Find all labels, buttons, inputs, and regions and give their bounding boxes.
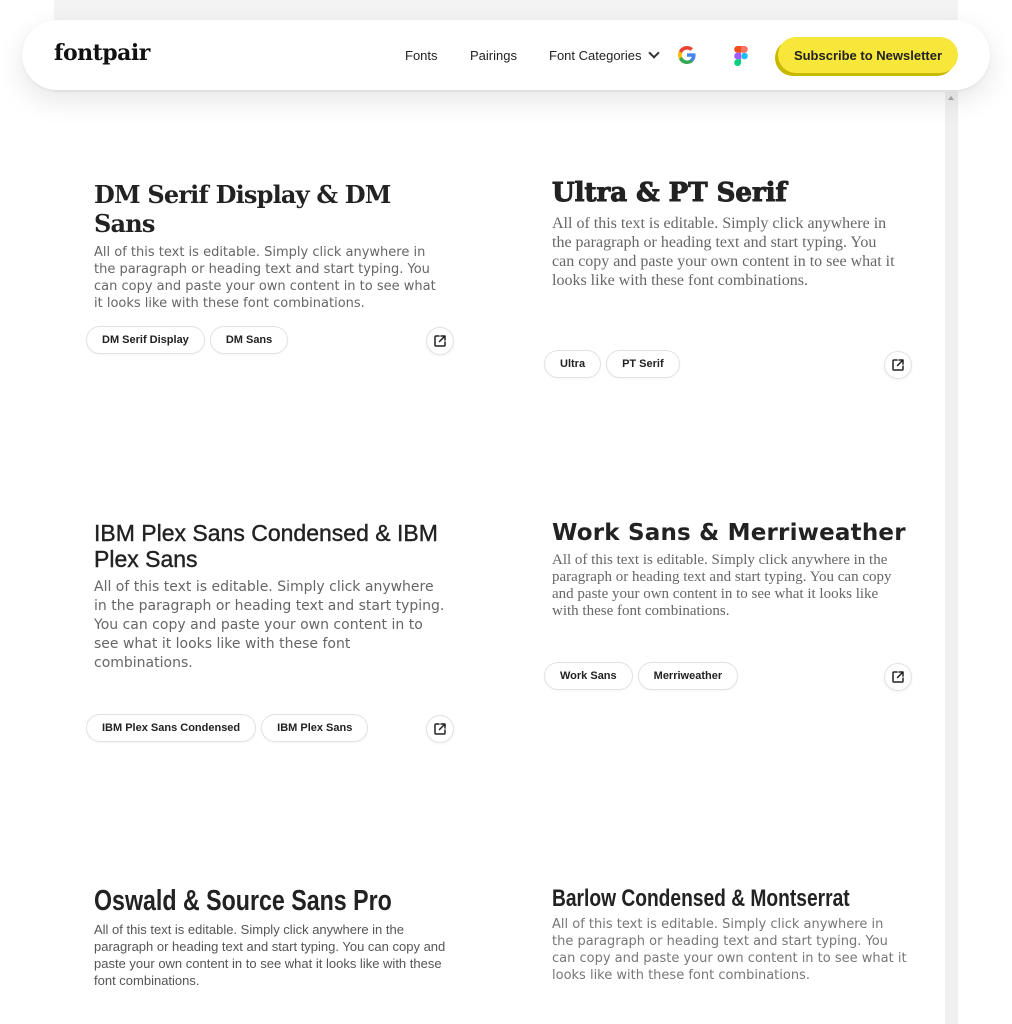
pairing-card: Barlow Condensed & Montserrat All of thi… xyxy=(552,884,912,1014)
page-top-strip xyxy=(54,0,958,22)
pairing-card: DM Serif Display & DM Sans All of this t… xyxy=(86,180,454,370)
pairing-card: IBM Plex Sans Condensed & IBM Plex Sans … xyxy=(86,520,454,750)
card-title[interactable]: Ultra & PT Serif xyxy=(552,178,912,209)
card-body-text[interactable]: All of this text is editable. Simply cli… xyxy=(552,916,907,984)
external-link-icon[interactable] xyxy=(884,351,912,379)
font-tag[interactable]: Work Sans xyxy=(544,662,633,690)
fontpair-logo[interactable]: fontpair xyxy=(54,40,150,66)
nav-link-fonts[interactable]: Fonts xyxy=(405,48,438,63)
nav-link-pairings[interactable]: Pairings xyxy=(470,48,517,63)
card-title[interactable]: IBM Plex Sans Condensed & IBM Plex Sans xyxy=(94,520,454,572)
external-link-icon[interactable] xyxy=(884,663,912,691)
font-tag[interactable]: Ultra xyxy=(544,350,602,378)
font-tags: Work Sans Merriweather xyxy=(544,662,743,690)
top-navigation: fontpair Fonts Pairings Font Categories … xyxy=(22,20,990,90)
google-icon[interactable] xyxy=(677,45,697,65)
card-body-text[interactable]: All of this text is editable. Simply cli… xyxy=(94,244,444,312)
chevron-down-icon xyxy=(647,47,660,59)
card-body-text[interactable]: All of this text is editable. Simply cli… xyxy=(552,552,907,620)
font-tag[interactable]: DM Sans xyxy=(209,326,289,354)
card-body-text[interactable]: All of this text is editable. Simply cli… xyxy=(552,214,902,290)
font-tag[interactable]: IBM Plex Sans Condensed xyxy=(86,714,257,742)
pairing-card: Ultra & PT Serif All of this text is edi… xyxy=(544,178,912,388)
subscribe-newsletter-button[interactable]: Subscribe to Newsletter xyxy=(778,37,958,73)
card-body-text[interactable]: All of this text is editable. Simply cli… xyxy=(94,578,449,673)
nav-link-font-categories[interactable]: Font Categories xyxy=(549,47,660,63)
pairing-card: Work Sans & Merriweather All of this tex… xyxy=(544,518,912,698)
font-tag[interactable]: DM Serif Display xyxy=(86,326,205,354)
font-tags: DM Serif Display DM Sans xyxy=(86,326,293,354)
pairing-card: Oswald & Source Sans Pro All of this tex… xyxy=(94,883,454,1013)
font-tags: IBM Plex Sans Condensed IBM Plex Sans xyxy=(86,714,373,742)
scrollbar[interactable] xyxy=(945,92,958,1024)
font-tag[interactable]: IBM Plex Sans xyxy=(261,714,369,742)
font-categories-label: Font Categories xyxy=(549,48,642,63)
external-link-icon[interactable] xyxy=(426,715,454,743)
scroll-up-arrow-icon[interactable] xyxy=(948,96,954,100)
figma-icon[interactable] xyxy=(734,46,748,66)
card-title[interactable]: Oswald & Source Sans Pro xyxy=(94,883,430,919)
card-title[interactable]: Barlow Condensed & Montserrat xyxy=(552,884,888,914)
external-link-icon[interactable] xyxy=(426,327,454,355)
card-title[interactable]: DM Serif Display & DM Sans xyxy=(94,180,454,238)
card-title[interactable]: Work Sans & Merriweather xyxy=(552,518,912,548)
card-body-text[interactable]: All of this text is editable. Simply cli… xyxy=(94,921,449,989)
font-tag[interactable]: PT Serif xyxy=(606,350,680,378)
font-tag[interactable]: Merriweather xyxy=(637,662,739,690)
font-tags: Ultra PT Serif xyxy=(544,350,685,378)
